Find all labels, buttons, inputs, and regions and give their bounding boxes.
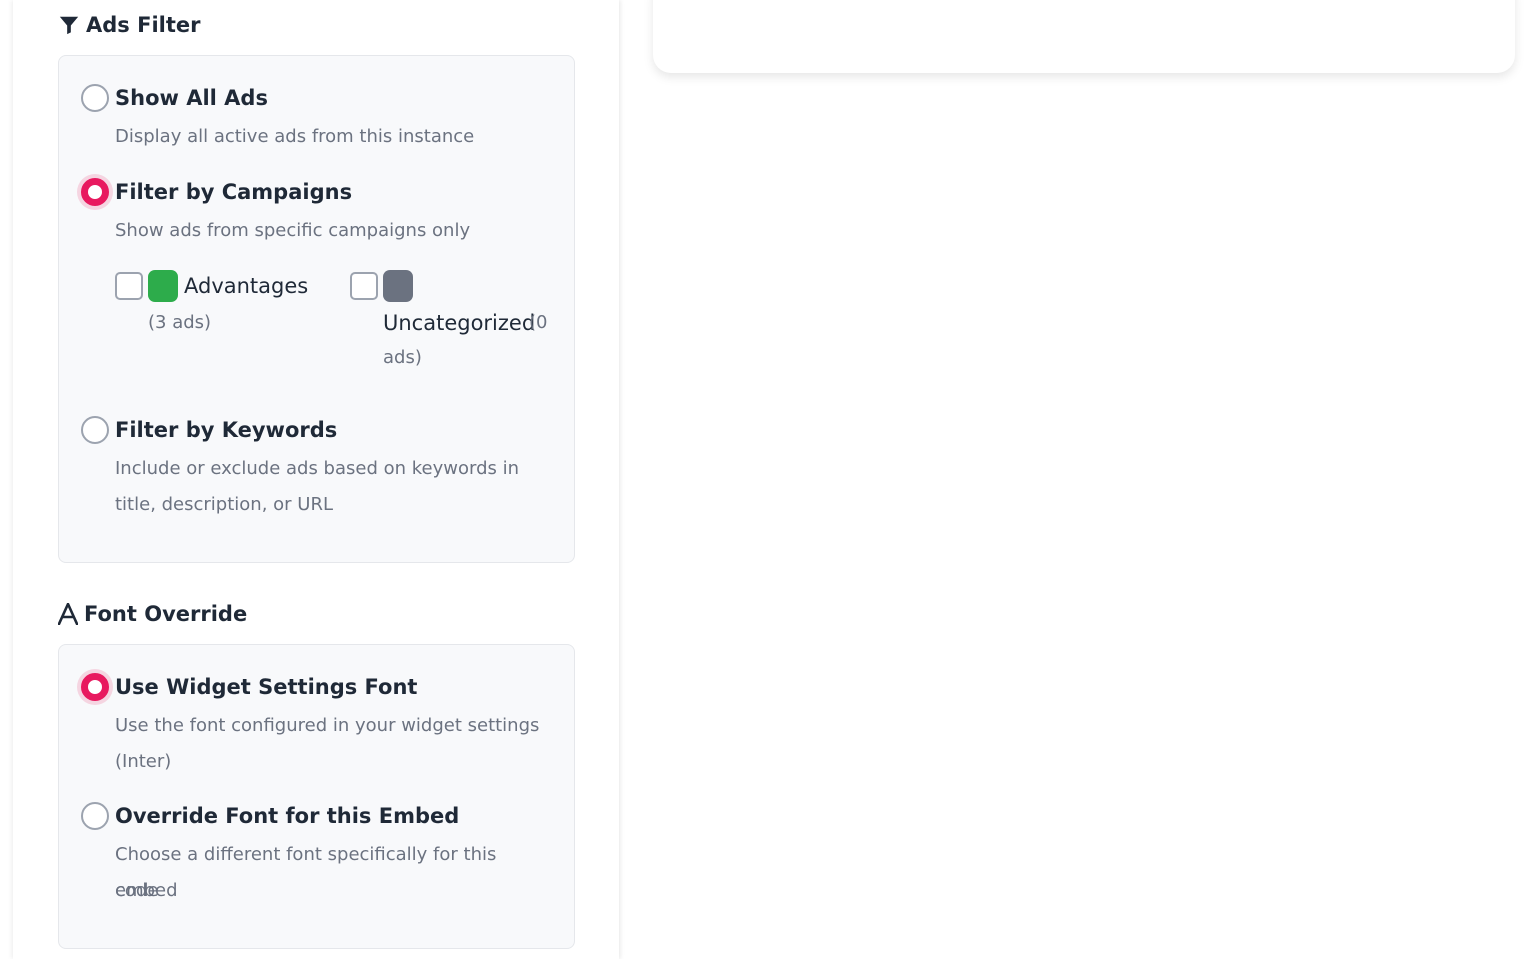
- font-a-icon: [58, 603, 78, 625]
- filter-by-campaigns-radio[interactable]: [81, 178, 109, 206]
- override-font-radio[interactable]: [81, 802, 109, 830]
- option-title: Show All Ads: [115, 86, 268, 110]
- option-description: Include or exclude ads based on keywords…: [115, 458, 520, 515]
- campaign-ad-count: (0: [529, 312, 548, 333]
- option-description: Display all active ads from this instanc…: [115, 126, 475, 147]
- campaign-name: Advantages: [184, 274, 309, 298]
- option-title: Filter by Campaigns: [115, 180, 353, 204]
- option-title: Filter by Keywords: [115, 418, 338, 442]
- funnel-icon: [58, 14, 80, 36]
- campaign-checkbox[interactable]: [115, 272, 143, 300]
- campaign-item-uncategorized[interactable]: Uncategorized (0 ads): [350, 270, 560, 380]
- campaign-checkbox[interactable]: [350, 272, 378, 300]
- font-override-heading: Font Override: [58, 602, 247, 626]
- campaign-color-swatch: [383, 270, 413, 302]
- embed-settings-page: Ads Filter Show All Ads Display all acti…: [0, 0, 1537, 959]
- use-widget-font-radio[interactable]: [81, 673, 109, 701]
- option-description: Use the font configured in your widget s…: [115, 715, 540, 736]
- override-font-option[interactable]: Override Font for this Embed Choose a di…: [81, 802, 556, 912]
- show-all-ads-radio[interactable]: [81, 84, 109, 112]
- preview-card: [653, 0, 1515, 73]
- option-description-wrap: code: [115, 880, 159, 901]
- font-override-title: Font Override: [84, 602, 248, 626]
- option-description: Show ads from specific campaigns only: [115, 220, 471, 241]
- filter-by-campaigns-option[interactable]: Filter by Campaigns Show ads from specif…: [81, 178, 556, 248]
- font-override-card: Use Widget Settings Font Use the font co…: [58, 644, 575, 949]
- filter-by-keywords-radio[interactable]: [81, 416, 109, 444]
- ads-filter-heading: Ads Filter: [58, 13, 200, 37]
- settings-panel: Ads Filter Show All Ads Display all acti…: [13, 0, 619, 959]
- filter-by-keywords-option[interactable]: Filter by Keywords Include or exclude ad…: [81, 416, 556, 526]
- campaign-ad-count: (3 ads): [148, 312, 212, 333]
- ads-filter-title: Ads Filter: [86, 13, 201, 37]
- use-widget-font-option[interactable]: Use Widget Settings Font Use the font co…: [81, 673, 556, 783]
- campaign-item-advantages[interactable]: Advantages (3 ads): [115, 270, 315, 340]
- campaign-color-swatch: [148, 270, 178, 302]
- campaign-ad-count-wrap: ads): [383, 347, 422, 368]
- option-title: Use Widget Settings Font: [115, 675, 418, 699]
- option-description-wrap: (Inter): [115, 751, 172, 772]
- ads-filter-card: Show All Ads Display all active ads from…: [58, 55, 575, 563]
- show-all-ads-option[interactable]: Show All Ads Display all active ads from…: [81, 84, 556, 154]
- campaign-name: Uncategorized: [383, 311, 536, 335]
- option-title: Override Font for this Embed: [115, 804, 460, 828]
